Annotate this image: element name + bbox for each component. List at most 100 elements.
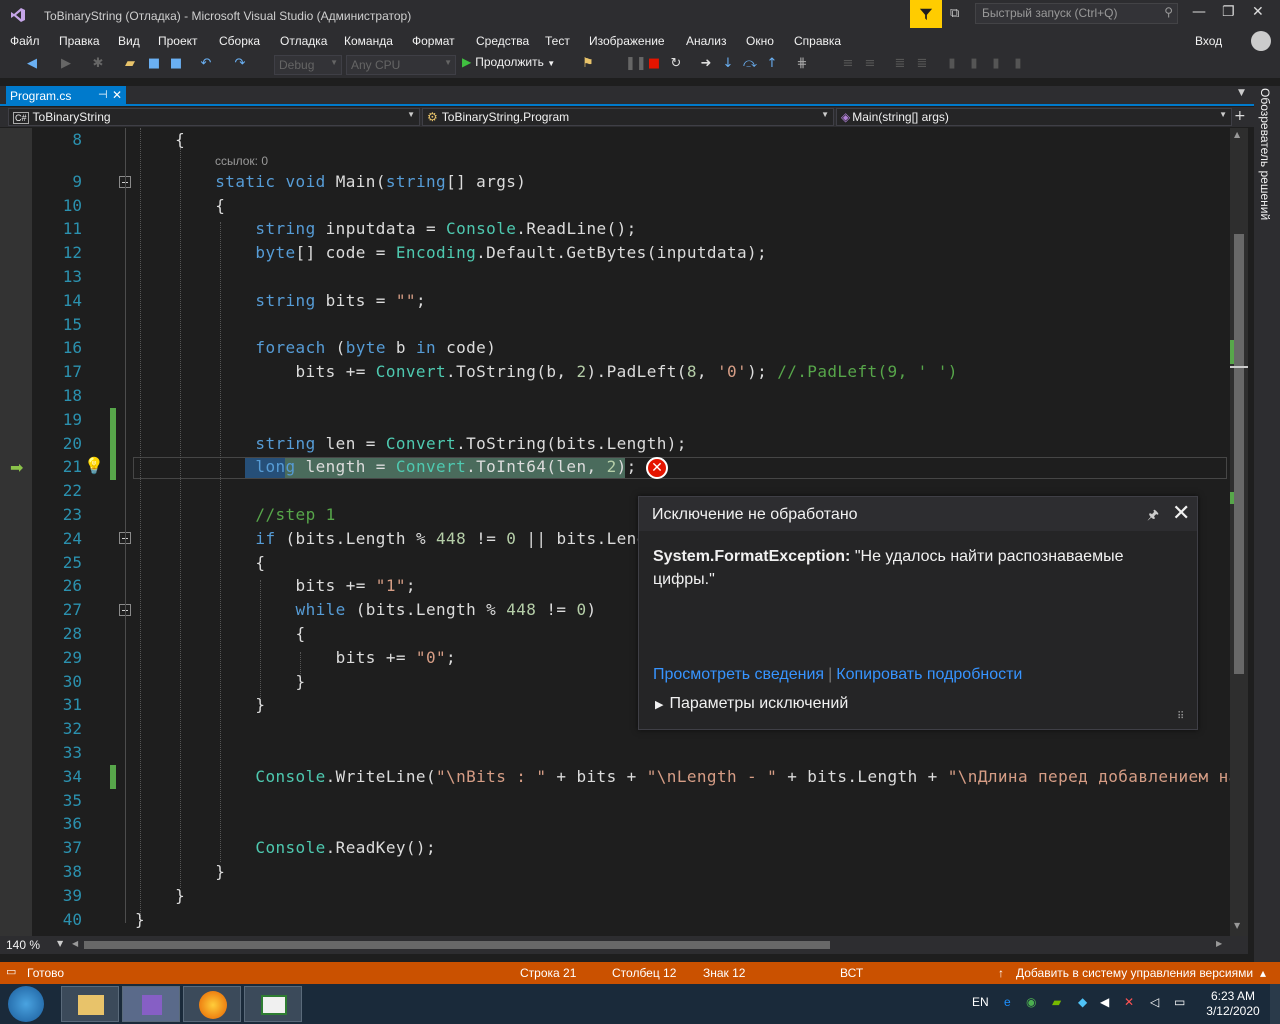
- feedback-button[interactable]: [910, 0, 942, 28]
- restart-icon[interactable]: ↻: [668, 56, 684, 72]
- bookmark-icon[interactable]: ▮: [944, 56, 960, 72]
- step-out-icon[interactable]: ↑: [764, 56, 780, 72]
- stop-icon[interactable]: ■: [646, 56, 662, 72]
- tab-overflow-icon[interactable]: ▼: [1238, 88, 1245, 98]
- menu-tools[interactable]: Средства: [476, 34, 529, 48]
- notifications-tray-icon[interactable]: ▭: [1174, 995, 1185, 1009]
- network-icon[interactable]: ✕: [1124, 995, 1134, 1009]
- horizontal-scroll-thumb[interactable]: [84, 941, 830, 949]
- menu-window[interactable]: Окно: [746, 34, 774, 48]
- menu-file[interactable]: Файл: [10, 34, 40, 48]
- menu-format[interactable]: Формат: [412, 34, 455, 48]
- exception-settings-toggle[interactable]: ▶ Параметры исключений: [655, 695, 848, 713]
- save-all-icon[interactable]: ■: [168, 56, 184, 72]
- line-number: 13: [62, 267, 82, 286]
- show-next-statement-icon[interactable]: ➜: [698, 56, 714, 72]
- maximize-button[interactable]: ❐: [1222, 4, 1235, 20]
- pause-icon[interactable]: ❚❚: [625, 56, 647, 72]
- platform-select[interactable]: Any CPU ▼: [346, 55, 456, 75]
- hex-display-icon[interactable]: ⋕: [794, 56, 810, 72]
- class-dropdown[interactable]: ⚙ ToBinaryString.Program ▼: [422, 108, 834, 126]
- account-avatar-icon[interactable]: [1251, 31, 1271, 51]
- nvidia-icon[interactable]: ▰: [1052, 995, 1061, 1009]
- sign-in-link[interactable]: Вход: [1195, 34, 1222, 48]
- close-tab-icon[interactable]: ✕: [112, 88, 122, 102]
- pin-icon[interactable]: 🖈: [1147, 506, 1159, 528]
- quick-launch-input[interactable]: Быстрый запуск (Ctrl+Q) ⚲: [975, 3, 1178, 24]
- redo-icon[interactable]: ↷: [232, 56, 248, 72]
- language-indicator[interactable]: EN: [972, 995, 989, 1009]
- configuration-select[interactable]: Debug ▼: [274, 55, 342, 75]
- continue-button[interactable]: ▶ Продолжить ▼: [462, 55, 555, 69]
- uncomment-icon[interactable]: ≣: [914, 56, 930, 72]
- taskbar-explorer[interactable]: [61, 986, 119, 1022]
- pin-icon[interactable]: ⊣: [98, 88, 108, 101]
- next-bookmark-icon[interactable]: ▮: [988, 56, 1004, 72]
- menu-test[interactable]: Тест: [545, 34, 570, 48]
- menu-debug[interactable]: Отладка: [280, 34, 327, 48]
- taskbar-visual-studio[interactable]: [122, 986, 180, 1022]
- menu-view[interactable]: Вид: [118, 34, 140, 48]
- show-desktop-button[interactable]: [1270, 984, 1280, 1024]
- new-project-icon[interactable]: ✱: [90, 56, 106, 72]
- outdent-icon[interactable]: ≡: [862, 56, 878, 72]
- menu-team[interactable]: Команда: [344, 34, 393, 48]
- comment-icon[interactable]: ≣: [892, 56, 908, 72]
- taskbar-app[interactable]: [244, 986, 302, 1022]
- copy-details-link[interactable]: Копировать подробности: [836, 666, 1022, 683]
- start-button[interactable]: [8, 986, 44, 1022]
- clear-bookmarks-icon[interactable]: ▮: [1010, 56, 1026, 72]
- zoom-select[interactable]: 140 %: [6, 938, 40, 952]
- menu-project[interactable]: Проект: [158, 34, 198, 48]
- clock[interactable]: 6:23 AM 3/12/2020: [1200, 989, 1266, 1019]
- notifications-icon[interactable]: ⧉: [950, 6, 959, 21]
- add-to-source-control[interactable]: Добавить в систему управления версиями: [1016, 966, 1253, 980]
- undo-icon[interactable]: ↶: [198, 56, 214, 72]
- forward-icon[interactable]: ▶: [58, 56, 74, 72]
- open-file-icon[interactable]: ▰: [122, 56, 138, 72]
- chevron-down-icon[interactable]: ▼: [57, 939, 63, 948]
- volume-icon[interactable]: ◁: [1150, 995, 1159, 1009]
- solution-explorer-side-tab[interactable]: Обозреватель решений: [1254, 86, 1280, 962]
- indicator-margin[interactable]: [0, 128, 32, 936]
- codelens-references[interactable]: ссылок: 0: [215, 154, 268, 168]
- scroll-right-icon[interactable]: ▶: [1216, 939, 1222, 948]
- scroll-thumb[interactable]: [1234, 234, 1244, 674]
- menu-edit[interactable]: Правка: [59, 34, 100, 48]
- speaker-icon[interactable]: ◀: [1100, 995, 1109, 1009]
- project-dropdown[interactable]: C# ToBinaryString ▼: [8, 108, 420, 126]
- member-dropdown[interactable]: ◈ Main(string[] args) ▼: [836, 108, 1232, 126]
- code-line-39: }: [135, 886, 186, 905]
- close-button[interactable]: ✕: [1252, 4, 1264, 20]
- indent-icon[interactable]: ≡: [840, 56, 856, 72]
- split-editor-icon[interactable]: +: [1234, 108, 1246, 124]
- menu-analyze[interactable]: Анализ: [686, 34, 727, 48]
- tab-program-cs[interactable]: Program.cs ⊣ ✕: [6, 86, 126, 106]
- ie-icon[interactable]: e: [1004, 995, 1011, 1009]
- minimize-button[interactable]: —: [1192, 4, 1206, 20]
- menu-image[interactable]: Изображение: [589, 34, 665, 48]
- scroll-left-icon[interactable]: ◀: [72, 939, 78, 948]
- vertical-scrollbar[interactable]: ▲ ▼: [1230, 128, 1248, 936]
- view-details-link[interactable]: Просмотреть сведения: [653, 666, 824, 683]
- back-icon[interactable]: ◀: [24, 56, 40, 72]
- taskbar-firefox[interactable]: [183, 986, 241, 1022]
- menu-help[interactable]: Справка: [794, 34, 841, 48]
- chevron-up-icon[interactable]: ▴: [1260, 966, 1266, 980]
- tray-app-icon[interactable]: ◉: [1026, 995, 1036, 1009]
- tray-shield-icon[interactable]: ◆: [1078, 995, 1087, 1009]
- error-icon[interactable]: ✕: [646, 457, 668, 479]
- lightbulb-icon[interactable]: 💡: [84, 456, 104, 475]
- close-icon[interactable]: ✕: [1172, 501, 1190, 526]
- resize-grip-icon[interactable]: ⠿: [1177, 711, 1184, 722]
- step-into-icon[interactable]: ↓: [720, 56, 736, 72]
- prev-bookmark-icon[interactable]: ▮: [966, 56, 982, 72]
- instruction-pointer-icon[interactable]: ➡: [10, 458, 23, 477]
- save-icon[interactable]: ■: [146, 56, 162, 72]
- scroll-up-icon[interactable]: ▲: [1234, 130, 1240, 139]
- process-icon[interactable]: ⚑: [580, 56, 596, 72]
- menu-build[interactable]: Сборка: [219, 34, 260, 48]
- line-number: 9: [72, 172, 82, 191]
- step-over-icon[interactable]: ⤼: [742, 56, 758, 72]
- scroll-down-icon[interactable]: ▼: [1234, 921, 1240, 930]
